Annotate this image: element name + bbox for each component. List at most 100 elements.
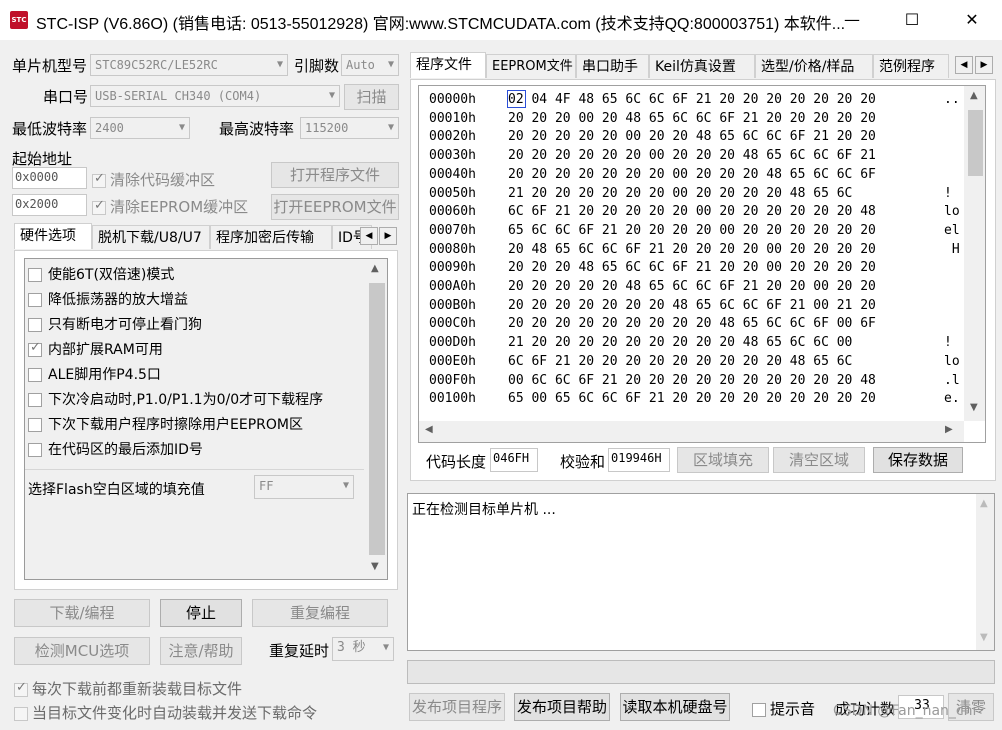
divider [25,469,364,470]
hex-row: 00060h 6C 6F 21 20 20 20 20 20 00 20 20 2… [419,202,964,221]
hex-vscrollbar[interactable]: ▲ ▼ [964,86,985,421]
hex-row: 00020h 20 20 20 20 20 00 20 20 48 65 6C 6… [419,127,964,146]
clear-code-checkbox[interactable]: 清除代码缓冲区 [92,169,215,190]
scan-button[interactable]: 扫描 [344,84,399,110]
auto-reload-checkbox[interactable]: 当目标文件变化时自动装载并发送下载命令 [14,702,317,723]
help-button[interactable]: 注意/帮助 [160,637,242,665]
stop-button[interactable]: 停止 [160,599,242,627]
hex-hscrollbar[interactable]: ◀ ▶ [419,421,964,442]
hex-ascii: ! [944,185,952,201]
tab-example-programs[interactable]: 范例程序 [873,54,949,78]
scroll-down-icon[interactable]: ▼ [970,402,978,413]
tab-keil-settings[interactable]: Keil仿真设置 [649,54,755,78]
port-label: 串口号 [43,88,89,106]
eeprom-address-input[interactable]: 0x2000 [12,194,87,216]
log-scrollbar[interactable]: ▲ ▼ [976,494,994,650]
fill-area-button[interactable]: 区域填充 [677,447,769,473]
min-baud-label: 最低波特率 [12,120,88,138]
open-eeprom-file-button[interactable]: 打开EEPROM文件 [271,194,399,220]
maximize-button[interactable]: ☐ [882,0,942,40]
scroll-thumb[interactable] [369,283,385,555]
reload-before-download-checkbox[interactable]: 每次下载前都重新装载目标文件 [14,678,242,699]
close-button[interactable]: ✕ [942,0,1002,40]
pins-value: Auto [346,58,375,72]
detect-mcu-button[interactable]: 检测MCU选项 [14,637,150,665]
option-checkbox[interactable]: 在代码区的最后添加ID号 [28,439,203,459]
tab-hardware-options[interactable]: 硬件选项 [14,223,92,249]
scroll-up-icon[interactable]: ▲ [371,263,379,274]
chevron-down-icon: ▼ [342,480,349,491]
option-checkbox[interactable]: 内部扩展RAM可用 [28,339,163,359]
option-label: 只有断电才可停止看门狗 [48,317,202,333]
hex-row: 000A0h 20 20 20 20 20 48 65 6C 6C 6F 21 2… [419,277,964,296]
pins-select[interactable]: Auto ▼ [341,54,399,76]
tab-scroll-right-icon[interactable]: ▶ [379,227,397,245]
tab-selection-price[interactable]: 选型/价格/样品 [755,54,873,78]
hex-view[interactable]: 00000h 02 04 4F 48 65 6C 6C 6F 21 20 20 2… [418,85,986,443]
tab-serial-assistant[interactable]: 串口助手 [576,54,649,78]
tab-offline-download[interactable]: 脱机下载/U8/U7 [92,225,210,249]
publish-help-button[interactable]: 发布项目帮助 [514,693,610,721]
clear-area-button[interactable]: 清空区域 [773,447,865,473]
auto-reload-label: 当目标文件变化时自动装载并发送下载命令 [32,704,318,722]
port-select[interactable]: USB-SERIAL CH340 (COM4) ▼ [90,85,340,107]
option-checkbox[interactable]: ALE脚用作P4.5口 [28,364,161,384]
hex-row: 00050h 21 20 20 20 20 20 20 00 20 20 20 2… [419,184,964,203]
reprogram-button[interactable]: 重复编程 [252,599,388,627]
clear-eeprom-checkbox[interactable]: 清除EEPROM缓冲区 [92,196,248,217]
minimize-button[interactable]: — [822,0,882,40]
hex-bytes: 6C 6F 21 20 20 20 20 20 00 20 20 20 20 2… [508,204,876,220]
scroll-up-icon[interactable]: ▲ [980,498,988,509]
checkbox-icon [28,367,42,382]
open-program-file-button[interactable]: 打开程序文件 [271,162,399,188]
mcu-type-select[interactable]: STC89C52RC/LE52RC ▼ [90,54,288,76]
hex-address: 00100h [429,391,476,407]
hex-row: 00010h 20 20 20 00 20 48 65 6C 6C 6F 21 2… [419,109,964,128]
hex-address: 000D0h [429,335,476,351]
scroll-right-icon[interactable]: ▶ [945,424,953,435]
read-disk-id-button[interactable]: 读取本机硬盘号 [620,693,730,721]
scroll-left-icon[interactable]: ◀ [425,424,433,435]
option-label: ALE脚用作P4.5口 [48,367,161,383]
option-checkbox[interactable]: 降低振荡器的放大增益 [28,289,188,309]
option-checkbox[interactable]: 只有断电才可停止看门狗 [28,314,202,334]
scroll-down-icon[interactable]: ▼ [980,632,988,643]
options-scrollbar[interactable]: ▲ ▼ [365,259,387,579]
hex-row: 00030h 20 20 20 20 20 20 00 20 20 20 48 6… [419,146,964,165]
publish-program-button[interactable]: 发布项目程序 [409,693,505,721]
option-checkbox[interactable]: 使能6T(双倍速)模式 [28,264,174,284]
tab-scroll-left-icon[interactable]: ◀ [360,227,378,245]
scroll-up-icon[interactable]: ▲ [970,90,978,101]
tab-eeprom-file[interactable]: EEPROM文件 [486,54,576,78]
code-address-input[interactable]: 0x0000 [12,167,87,189]
hex-bytes: 00 6C 6C 6F 21 20 20 20 20 20 20 20 20 2… [508,372,876,388]
tab-scroll-left-icon[interactable]: ◀ [955,56,973,74]
hex-address: 00040h [429,166,476,182]
checkbox-icon [28,442,42,457]
app-icon: STC [10,11,28,29]
max-baud-select[interactable]: 115200 ▼ [300,117,399,139]
option-checkbox[interactable]: 下次下载用户程序时擦除用户EEPROM区 [28,414,303,434]
fill-value-select[interactable]: FF ▼ [254,475,354,499]
tab-scroll-right-icon[interactable]: ▶ [975,56,993,74]
option-checkbox[interactable]: 下次冷启动时,P1.0/P1.1为0/0才可下载程序 [28,389,323,409]
hex-address: 00030h [429,148,476,164]
option-label: 使能6T(双倍速)模式 [48,267,175,283]
download-program-button[interactable]: 下载/编程 [14,599,150,627]
log-output[interactable]: 正在检测目标单片机 ... ▲ ▼ [407,493,995,651]
hex-bytes: 20 20 20 00 20 48 65 6C 6C 6F 21 20 20 2… [508,110,876,126]
beep-checkbox[interactable]: 提示音 [752,698,815,719]
hex-bytes: 20 20 20 20 20 20 20 48 65 6C 6C 6F 21 0… [508,297,876,313]
min-baud-select[interactable]: 2400 ▼ [90,117,190,139]
scroll-down-icon[interactable]: ▼ [371,561,379,572]
tab-program-file[interactable]: 程序文件 [410,52,486,78]
reload-before-download-label: 每次下载前都重新装载目标文件 [32,680,243,698]
save-data-button[interactable]: 保存数据 [873,447,963,473]
tab-encrypted-transfer[interactable]: 程序加密后传输 [210,225,332,249]
scroll-thumb[interactable] [968,110,983,176]
chevron-down-icon: ▼ [387,122,394,133]
repeat-delay-select[interactable]: 3 秒 ▼ [332,637,394,661]
checkbox-icon [14,706,28,721]
chevron-down-icon: ▼ [276,59,283,70]
hex-address: 000C0h [429,316,476,332]
